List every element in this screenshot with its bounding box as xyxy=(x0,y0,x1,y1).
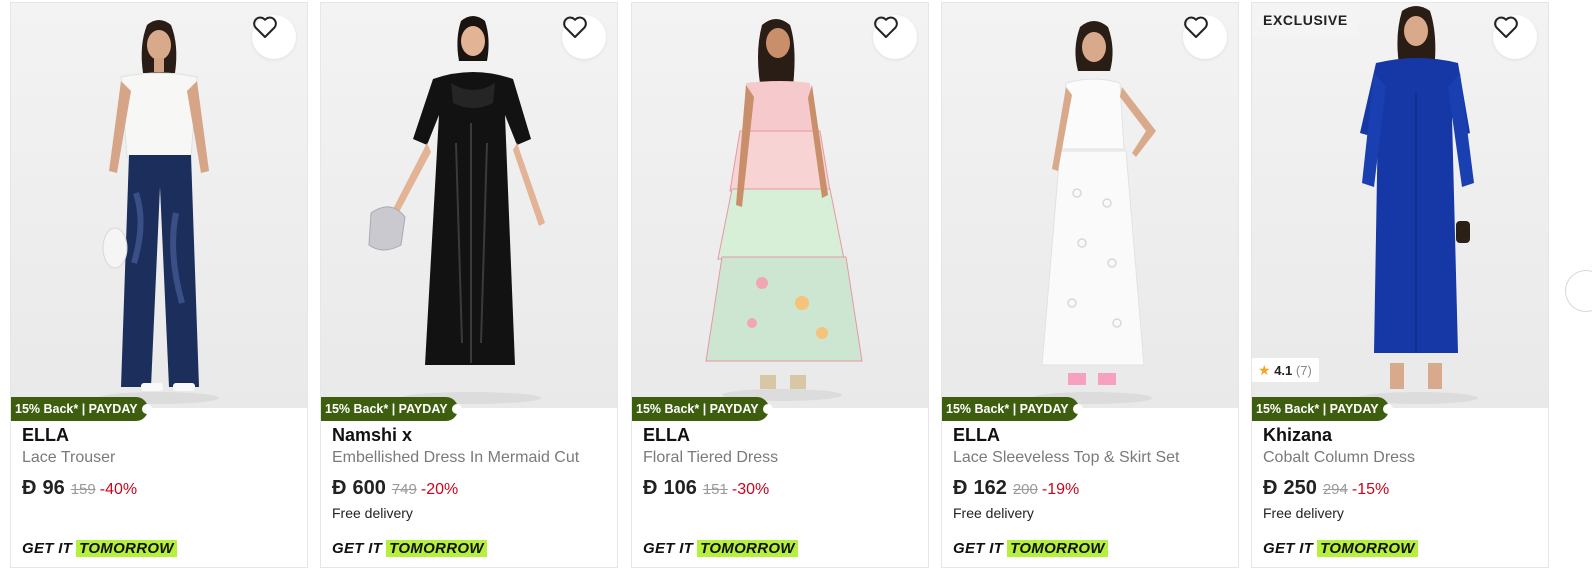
delivery-day: TOMORROW xyxy=(386,540,487,557)
product-brand: Khizana xyxy=(1263,425,1333,445)
discount-percent: -30% xyxy=(731,481,770,498)
model-figure xyxy=(705,19,863,401)
star-icon: ★ xyxy=(1258,362,1271,378)
product-image[interactable] xyxy=(11,3,307,408)
delivery-estimate: GET IT TOMORROW xyxy=(643,540,798,557)
heart-icon xyxy=(563,16,587,38)
delivery-day: TOMORROW xyxy=(76,540,177,557)
free-delivery-label: Free delivery xyxy=(1263,505,1344,521)
price-row: Ð 600 749 -20% xyxy=(332,477,458,500)
delivery-prefix: GET IT xyxy=(1263,540,1314,557)
product-card[interactable]: 15% Back* | PAYDAY Namshi x Embellished … xyxy=(320,2,618,568)
currency-symbol: Ð xyxy=(643,477,658,499)
cashback-promo-tag: 15% Back* | PAYDAY xyxy=(11,397,152,421)
model-figure xyxy=(99,20,219,404)
model-figure xyxy=(368,16,545,404)
product-brand: ELLA xyxy=(643,425,690,445)
original-price: 294 xyxy=(1322,481,1348,498)
original-price: 200 xyxy=(1012,481,1038,498)
original-price: 159 xyxy=(70,481,96,498)
product-image[interactable] xyxy=(632,3,928,408)
delivery-estimate: GET IT TOMORROW xyxy=(953,540,1108,557)
free-delivery-label: Free delivery xyxy=(332,505,413,521)
discount-percent: -15% xyxy=(1351,481,1390,498)
cashback-promo-tag: 15% Back* | PAYDAY xyxy=(942,397,1083,421)
current-price: 106 xyxy=(663,477,697,499)
cashback-promo-tag: 15% Back* | PAYDAY xyxy=(1252,397,1393,421)
currency-symbol: Ð xyxy=(1263,477,1278,499)
original-price: 151 xyxy=(702,481,728,498)
wishlist-heart-button[interactable] xyxy=(1493,15,1537,59)
discount-percent: -19% xyxy=(1041,481,1080,498)
delivery-estimate: GET IT TOMORROW xyxy=(332,540,487,557)
current-price: 96 xyxy=(42,477,65,499)
wishlist-heart-button[interactable] xyxy=(562,15,606,59)
price-row: Ð 106 151 -30% xyxy=(643,477,769,500)
product-card[interactable]: 15% Back* | PAYDAY ELLA Lace Trouser Ð 96… xyxy=(10,2,308,568)
delivery-day: TOMORROW xyxy=(1007,540,1108,557)
product-image[interactable]: EXCLUSIVE ★ 4.1 (7) xyxy=(1252,3,1548,408)
cashback-promo-tag: 15% Back* | PAYDAY xyxy=(321,397,462,421)
original-price: 749 xyxy=(391,481,417,498)
product-name[interactable]: Cobalt Column Dress xyxy=(1263,449,1548,467)
cashback-promo-tag: 15% Back* | PAYDAY xyxy=(632,397,773,421)
wishlist-heart-button[interactable] xyxy=(1183,15,1227,59)
heart-icon xyxy=(1494,16,1518,38)
current-price: 600 xyxy=(352,477,386,499)
product-brand: Namshi x xyxy=(332,425,413,445)
exclusive-badge: EXCLUSIVE xyxy=(1252,3,1359,37)
product-image[interactable] xyxy=(321,3,617,408)
delivery-prefix: GET IT xyxy=(22,540,73,557)
product-brand: ELLA xyxy=(22,425,69,445)
product-card[interactable]: 15% Back* | PAYDAY ELLA Lace Sleeveless … xyxy=(941,2,1239,568)
discount-percent: -20% xyxy=(420,481,459,498)
wishlist-heart-button[interactable] xyxy=(252,15,296,59)
currency-symbol: Ð xyxy=(332,477,347,499)
model-figure xyxy=(1032,21,1156,404)
rating-value: 4.1 xyxy=(1274,363,1293,378)
product-name[interactable]: Lace Sleeveless Top & Skirt Set xyxy=(953,449,1238,467)
rating-count: (7) xyxy=(1295,363,1312,378)
product-name[interactable]: Lace Trouser xyxy=(22,449,307,467)
rating-badge: ★ 4.1 (7) xyxy=(1252,358,1319,382)
product-name[interactable]: Floral Tiered Dress xyxy=(643,449,928,467)
product-card[interactable]: 15% Back* | PAYDAY ELLA Floral Tiered Dr… xyxy=(631,2,929,568)
product-name[interactable]: Embellished Dress In Mermaid Cut xyxy=(332,449,617,467)
product-card[interactable]: EXCLUSIVE ★ 4.1 (7) 15% Back* | PAYDAY K… xyxy=(1251,2,1549,568)
product-image[interactable] xyxy=(942,3,1238,408)
delivery-prefix: GET IT xyxy=(953,540,1004,557)
product-grid-row: 15% Back* | PAYDAY ELLA Lace Trouser Ð 96… xyxy=(0,0,1592,583)
current-price: 162 xyxy=(973,477,1007,499)
currency-symbol: Ð xyxy=(22,477,37,499)
product-brand: ELLA xyxy=(953,425,1000,445)
delivery-day: TOMORROW xyxy=(1317,540,1418,557)
wishlist-heart-button[interactable] xyxy=(873,15,917,59)
carousel-next-button[interactable] xyxy=(1565,270,1592,312)
price-row: Ð 96 159 -40% xyxy=(22,477,137,500)
price-row: Ð 250 294 -15% xyxy=(1263,477,1389,500)
free-delivery-label: Free delivery xyxy=(953,505,1034,521)
delivery-estimate: GET IT TOMORROW xyxy=(1263,540,1418,557)
delivery-day: TOMORROW xyxy=(697,540,798,557)
delivery-prefix: GET IT xyxy=(643,540,694,557)
heart-icon xyxy=(874,16,898,38)
delivery-prefix: GET IT xyxy=(332,540,383,557)
price-row: Ð 162 200 -19% xyxy=(953,477,1079,500)
currency-symbol: Ð xyxy=(953,477,968,499)
model-figure xyxy=(1358,6,1478,404)
current-price: 250 xyxy=(1283,477,1317,499)
heart-icon xyxy=(1184,16,1208,38)
delivery-estimate: GET IT TOMORROW xyxy=(22,540,177,557)
discount-percent: -40% xyxy=(99,481,138,498)
heart-icon xyxy=(253,16,277,38)
